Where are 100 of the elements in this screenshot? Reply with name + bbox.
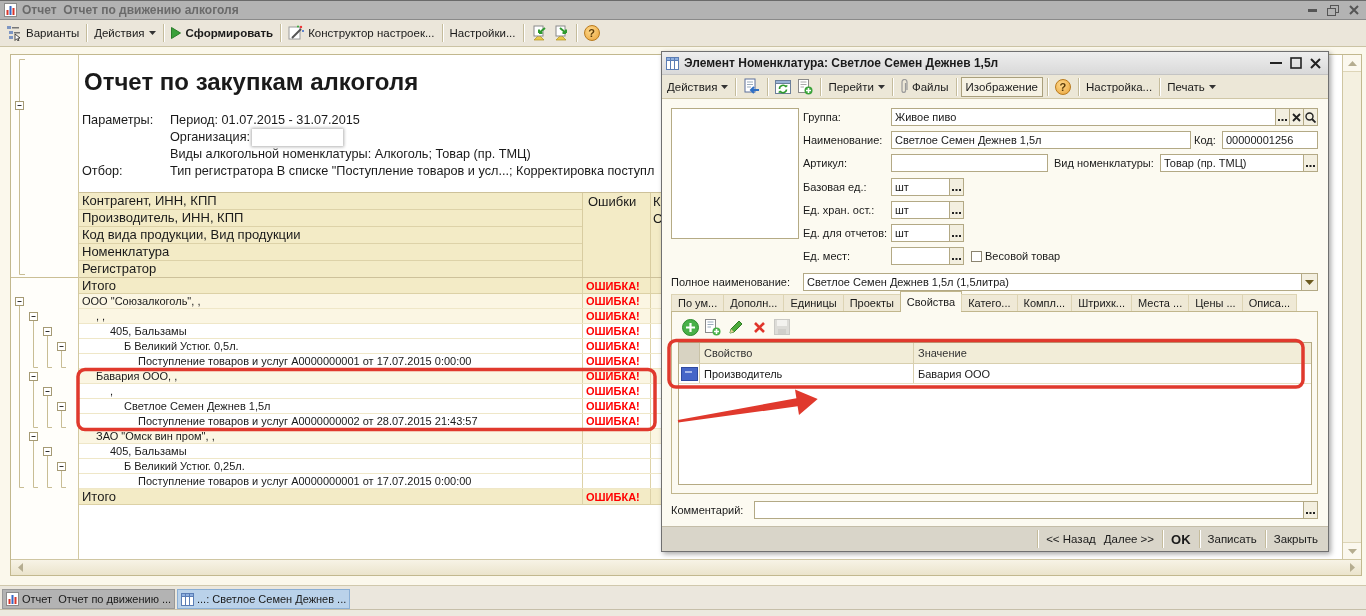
choice-button[interactable] (1303, 501, 1318, 519)
caret-icon (1305, 279, 1314, 285)
grid-cell[interactable]: Производитель (700, 364, 914, 383)
checkbox[interactable] (971, 250, 982, 262)
toolbar-button[interactable]: Файлы (896, 76, 952, 97)
dropdown-button[interactable] (1301, 273, 1318, 291)
toolbar-button[interactable]: Варианты (3, 23, 83, 43)
dialog-button[interactable]: Записать (1203, 529, 1261, 549)
tab[interactable]: По ум... (671, 294, 725, 311)
row-label: , , (96, 310, 106, 322)
field-label: Артикул: (803, 157, 849, 170)
toolbar-button[interactable] (704, 318, 722, 336)
grid-cell[interactable]: Бавария ООО (914, 364, 1311, 383)
tab[interactable]: Дополн... (723, 294, 785, 311)
error-label: ОШИБКА! (586, 491, 640, 503)
report-icon (6, 592, 19, 606)
text-field[interactable]: Товар (пр. ТМЦ) (1160, 154, 1304, 173)
choice-button[interactable] (949, 177, 964, 196)
tab[interactable]: Свойства (899, 291, 963, 312)
tab[interactable]: Катего... (961, 294, 1018, 311)
error-label: ОШИБКА! (586, 370, 640, 382)
combo-field[interactable]: Светлое Семен Дежнев 1,5л (1,5литра) (803, 273, 1302, 291)
collapse-icon[interactable] (57, 402, 66, 411)
magic-wand-icon (288, 25, 305, 41)
text-field[interactable]: 00000001256 (1222, 131, 1318, 150)
toggle-button[interactable]: Изображение (960, 76, 1043, 97)
collapse-icon[interactable] (57, 342, 66, 351)
field-label: Ед. хран. ост.: (803, 203, 876, 216)
toolbar-button[interactable]: Настройки... (446, 23, 519, 43)
toolbar-button[interactable] (727, 318, 745, 336)
collapse-icon[interactable] (29, 312, 38, 321)
ellipsis-icon (1306, 165, 1315, 168)
help-button[interactable]: ? (1054, 78, 1071, 95)
help-button[interactable]: ? (583, 25, 600, 41)
text-field[interactable] (891, 247, 950, 266)
choice-button[interactable] (949, 223, 964, 242)
tab[interactable]: Компл... (1016, 294, 1073, 311)
tab[interactable]: Места ... (1131, 294, 1190, 311)
collapse-icon[interactable] (43, 387, 52, 396)
taskbar-tab[interactable]: ...: Светлое Семен Дежнев ... (177, 589, 350, 609)
collapse-icon[interactable] (15, 101, 24, 110)
checkbox-label: Весовой товар (985, 250, 1061, 263)
dialog-button[interactable]: << Назад (1042, 529, 1100, 549)
caret-icon (877, 84, 885, 89)
text-field[interactable] (754, 501, 1304, 519)
tab[interactable]: Описа... (1241, 294, 1298, 311)
text-field[interactable]: шт (891, 177, 950, 196)
menu-button[interactable]: Перейти (825, 76, 888, 97)
row-label: 405, Бальзамы (110, 445, 187, 457)
collapse-icon[interactable] (57, 462, 66, 471)
caret-icon (148, 31, 156, 35)
text-field[interactable]: Светлое Семен Дежнев 1,5л (891, 131, 1191, 150)
close-icon[interactable] (1310, 57, 1321, 69)
text-field[interactable]: шт (891, 223, 950, 242)
tab[interactable]: Штрихк... (1071, 294, 1133, 311)
paperclip-icon (899, 78, 908, 95)
field-label: Группа: (803, 111, 842, 123)
field-label: Код: (1194, 134, 1217, 147)
choice-button[interactable] (1303, 154, 1318, 173)
text-field[interactable]: Живое пиво (891, 108, 1276, 126)
toolbar-button[interactable]: Сформировать (167, 23, 277, 43)
choice-button[interactable] (949, 247, 964, 266)
toolbar-button[interactable]: Настройка... (1082, 76, 1156, 97)
tab[interactable]: Единицы (783, 294, 844, 311)
collapse-icon[interactable] (43, 447, 52, 456)
collapse-icon[interactable] (29, 372, 38, 381)
tab[interactable]: Проекты (842, 294, 901, 311)
text-field[interactable]: шт (891, 200, 950, 219)
field-label: Базовая ед.: (803, 180, 868, 193)
window-title: Элемент Номенклатура: Светлое Семен Дежнев 1,5л (684, 56, 999, 70)
menu-button[interactable]: Печать (1164, 76, 1219, 97)
ok-button[interactable]: OK (1167, 529, 1195, 549)
menu-button[interactable]: Действия (664, 76, 732, 97)
table-icon (666, 56, 679, 70)
row-label: Поступление товаров и услуг A0000000002 от 28.07.2015 21:43:57 (138, 415, 478, 427)
dialog-button[interactable]: Закрыть (1269, 529, 1322, 549)
tab[interactable]: Цены ... (1188, 294, 1243, 311)
document-arrow-icon (530, 25, 547, 41)
caret-icon (1208, 84, 1216, 89)
error-label: ОШИБКА! (586, 325, 640, 337)
text-field[interactable] (891, 154, 1048, 173)
toolbar-button[interactable]: Конструктор настроек... (285, 23, 438, 43)
maximize-icon[interactable] (1290, 57, 1302, 69)
add-icon (681, 318, 699, 336)
search-button[interactable] (1303, 108, 1318, 126)
parameter-label: Параметры: (82, 113, 154, 127)
toolbar-button[interactable] (681, 318, 699, 336)
field-label: Комментарий: (671, 504, 745, 516)
restore-icon[interactable] (1327, 4, 1339, 16)
choice-button[interactable] (949, 200, 964, 219)
report-icon (4, 3, 17, 17)
column-header: Регистратор (79, 261, 582, 277)
minimize-icon[interactable] (1308, 8, 1317, 12)
collapse-icon[interactable] (15, 297, 24, 306)
row-label: 405, Бальзамы (110, 325, 187, 337)
collapse-icon[interactable] (43, 327, 52, 336)
dialog-button[interactable]: Далее >> (1099, 529, 1159, 549)
taskbar-tab[interactable]: Отчет Отчет по движению ... (2, 589, 175, 609)
collapse-icon[interactable] (29, 432, 38, 441)
menu-button[interactable]: Действия (91, 23, 159, 43)
